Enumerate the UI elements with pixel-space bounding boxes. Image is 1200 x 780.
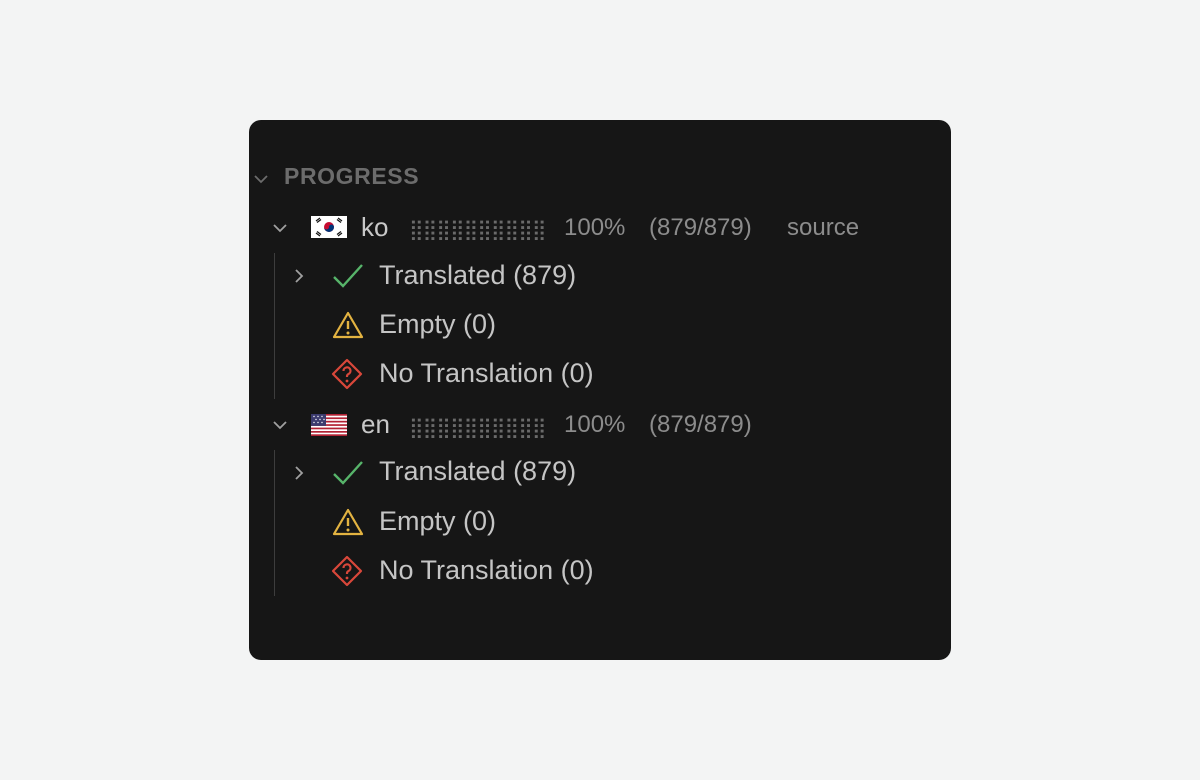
chevron-right-icon[interactable] [291, 465, 307, 481]
chevron-down-icon[interactable] [272, 220, 288, 236]
empty-item[interactable]: Empty (0) [379, 506, 496, 537]
translated-item[interactable]: Translated (879) [379, 456, 576, 487]
progress-bar: ⣿⣿⣿⣿⣿⣿⣿⣿⣿⣿ [409, 415, 546, 439]
tree-guide-line [274, 450, 275, 596]
no-translation-item[interactable]: No Translation (0) [379, 358, 594, 389]
check-icon [333, 264, 363, 288]
empty-item[interactable]: Empty (0) [379, 309, 496, 340]
chevron-down-icon[interactable] [253, 171, 269, 187]
us-flag-icon [311, 414, 347, 436]
language-code: ko [361, 212, 389, 242]
tree-guide-line [274, 253, 275, 399]
language-code: en [361, 409, 390, 439]
question-diamond-icon [331, 358, 363, 390]
progress-counts: (879/879) [649, 214, 752, 241]
progress-counts: (879/879) [649, 411, 752, 438]
progress-percent: 100% [564, 214, 626, 241]
warning-icon [332, 311, 364, 339]
south-korea-flag-icon [311, 216, 347, 238]
check-icon [333, 461, 363, 485]
translated-item[interactable]: Translated (879) [379, 260, 576, 291]
chevron-right-icon[interactable] [291, 268, 307, 284]
no-translation-item[interactable]: No Translation (0) [379, 555, 594, 586]
warning-icon [332, 508, 364, 536]
progress-percent: 100% [564, 411, 626, 438]
question-diamond-icon [331, 555, 363, 587]
progress-bar: ⣿⣿⣿⣿⣿⣿⣿⣿⣿⣿ [409, 217, 546, 241]
section-title[interactable]: PROGRESS [284, 163, 419, 190]
source-tag: source [787, 214, 860, 241]
chevron-down-icon[interactable] [272, 417, 288, 433]
